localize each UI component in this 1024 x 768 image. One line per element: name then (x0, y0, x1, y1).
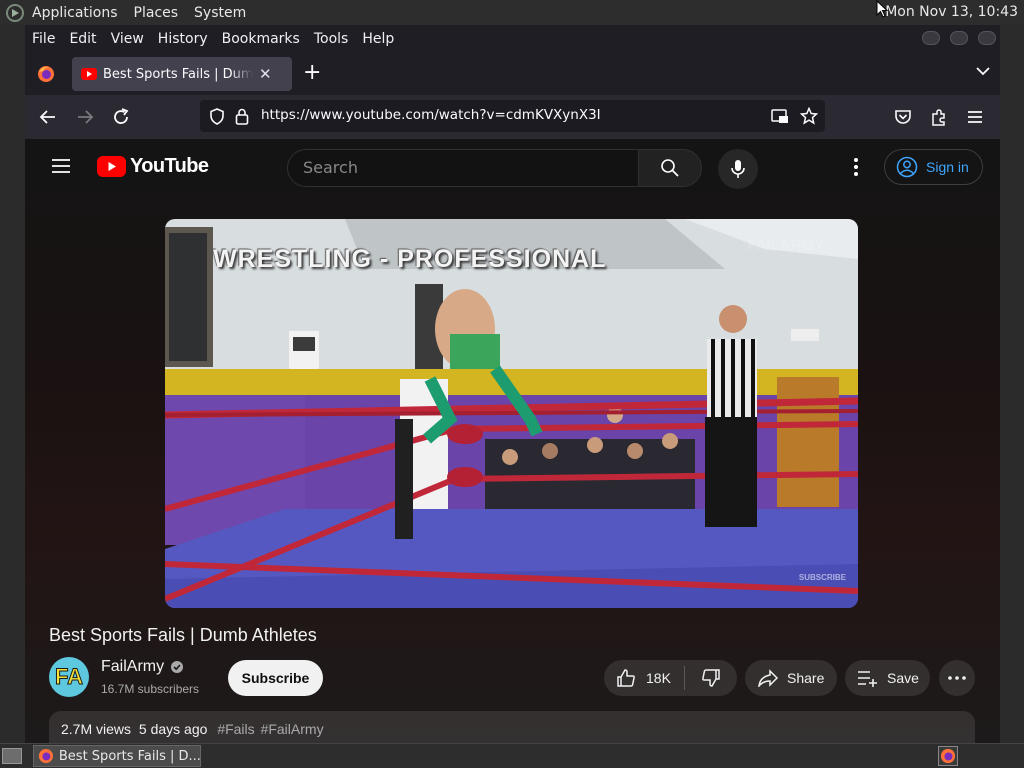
forward-icon[interactable] (75, 107, 95, 127)
channel-name[interactable]: FailArmy (101, 658, 164, 676)
description-box[interactable]: 2.7M views 5 days ago #Fails #FailArmy (49, 711, 975, 743)
sign-in-button[interactable]: Sign in (884, 149, 983, 185)
share-button[interactable]: Share (745, 660, 837, 696)
video-frame-wrestling-scene (165, 219, 858, 608)
channel-avatar-text: FA (54, 664, 84, 690)
bottom-taskbar: Best Sports Fails | D... (0, 743, 1024, 768)
verified-badge-icon (171, 661, 184, 673)
thumbs-down-icon (702, 669, 720, 687)
picture-in-picture-icon[interactable] (771, 108, 789, 124)
youtube-page: YouTube Search Sign in WRESTLING - PROFE… (25, 139, 1000, 743)
navigation-toolbar: https://www.youtube.com/watch?v=cdmKVXyn… (25, 95, 1000, 139)
tab-close-icon[interactable]: ✕ (259, 65, 272, 83)
applications-menu[interactable]: Applications (32, 5, 118, 21)
clock[interactable]: Mon Nov 13, 10:43 (885, 4, 1018, 20)
video-title: Best Sports Fails | Dumb Athletes (49, 625, 317, 645)
channel-avatar[interactable]: FA (49, 657, 89, 697)
menu-file[interactable]: File (32, 31, 55, 47)
youtube-wordmark: YouTube (130, 155, 209, 177)
save-label: Save (887, 670, 919, 686)
new-tab-button[interactable]: + (303, 62, 321, 84)
share-arrow-icon (758, 669, 779, 687)
menu-bar: File Edit View History Bookmarks Tools H… (25, 25, 1000, 53)
like-dislike-group: 18K (604, 660, 737, 696)
menu-view[interactable]: View (111, 31, 144, 47)
hamburger-menu-icon[interactable] (965, 107, 985, 127)
youtube-play-logo-icon (97, 156, 126, 177)
tracking-protection-shield-icon[interactable] (209, 108, 225, 125)
firefox-logo-icon (38, 66, 54, 82)
search-icon (661, 159, 679, 177)
tab-bar: Best Sports Fails | Dumb Athletes ✕ + (25, 53, 1000, 95)
microphone-icon (731, 160, 745, 178)
lock-icon[interactable] (235, 108, 249, 125)
more-options-vertical-icon[interactable] (853, 157, 859, 177)
view-count: 2.7M views (61, 721, 132, 737)
youtube-favicon-icon (81, 68, 97, 80)
system-menu[interactable]: System (194, 5, 246, 21)
minimize-button[interactable] (922, 31, 940, 45)
taskbar-window-button[interactable]: Best Sports Fails | D... (33, 745, 201, 767)
firefox-logo-icon (38, 748, 54, 764)
menu-edit[interactable]: Edit (69, 31, 96, 47)
more-horizontal-icon (948, 676, 966, 680)
list-all-tabs-icon[interactable] (976, 66, 990, 76)
sign-in-label: Sign in (926, 159, 969, 175)
video-meta: 2.7M views 5 days ago (61, 721, 215, 737)
like-count: 18K (646, 670, 671, 686)
dislike-button[interactable] (685, 660, 737, 696)
video-overlay-caption: WRESTLING - PROFESSIONAL (213, 245, 607, 273)
save-button[interactable]: Save (845, 660, 930, 696)
share-label: Share (787, 670, 825, 686)
menu-tools[interactable]: Tools (314, 31, 349, 47)
extensions-puzzle-icon[interactable] (929, 107, 949, 127)
maximize-button[interactable] (950, 31, 968, 45)
account-circle-icon (896, 156, 918, 178)
more-actions-button[interactable] (939, 660, 975, 696)
places-menu[interactable]: Places (134, 5, 179, 21)
show-desktop-button[interactable] (2, 748, 22, 764)
youtube-search-button[interactable] (638, 149, 702, 187)
url-bar[interactable]: https://www.youtube.com/watch?v=cdmKVXyn… (200, 100, 825, 132)
subscribe-watermark[interactable]: SUBSCRIBE (799, 573, 846, 582)
like-button[interactable]: 18K (604, 660, 684, 696)
youtube-guide-menu-icon[interactable] (51, 157, 71, 175)
add-to-playlist-icon (858, 671, 877, 687)
thumbs-up-icon (617, 669, 635, 687)
url-text: https://www.youtube.com/watch?v=cdmKVXyn… (261, 107, 601, 123)
close-window-button[interactable] (978, 31, 996, 45)
tab-title: Best Sports Fails | Dumb Athletes (103, 66, 253, 82)
youtube-search-input[interactable]: Search (287, 149, 639, 187)
video-player[interactable]: WRESTLING - PROFESSIONAL FAILARMY SUBSCR… (165, 219, 858, 608)
reload-icon[interactable] (111, 107, 131, 127)
subscriber-count: 16.7M subscribers (101, 682, 200, 696)
pocket-icon[interactable] (893, 107, 913, 127)
top-panel: Applications Places System Mon Nov 13, 1… (0, 0, 1024, 25)
hashtag-link[interactable]: #FailArmy (261, 721, 324, 737)
taskbar-window-title: Best Sports Fails | D... (58, 748, 200, 764)
menu-history[interactable]: History (158, 31, 208, 47)
distro-logo-icon[interactable] (6, 3, 24, 22)
youtube-logo[interactable]: YouTube (97, 155, 209, 178)
channel-name-row[interactable]: FailArmy (101, 658, 184, 676)
tray-firefox-icon[interactable] (938, 746, 958, 766)
window-controls (922, 31, 996, 45)
bookmark-star-icon[interactable] (800, 107, 818, 125)
firefox-window: File Edit View History Bookmarks Tools H… (25, 25, 1000, 743)
mouse-cursor-icon (876, 0, 888, 18)
back-icon[interactable] (38, 107, 58, 127)
upload-age: 5 days ago (138, 721, 208, 737)
tab-active[interactable]: Best Sports Fails | Dumb Athletes ✕ (72, 57, 292, 91)
menu-bookmarks[interactable]: Bookmarks (222, 31, 300, 47)
voice-search-button[interactable] (718, 149, 758, 189)
youtube-header: YouTube Search Sign in (25, 139, 1000, 195)
firefox-logo-icon (940, 748, 956, 764)
firefox-view-button[interactable] (25, 53, 67, 95)
menu-help[interactable]: Help (362, 31, 394, 47)
subscribe-button[interactable]: Subscribe (228, 660, 323, 696)
hashtag-link[interactable]: #Fails (217, 721, 254, 737)
channel-watermark: FAILARMY (747, 237, 824, 254)
